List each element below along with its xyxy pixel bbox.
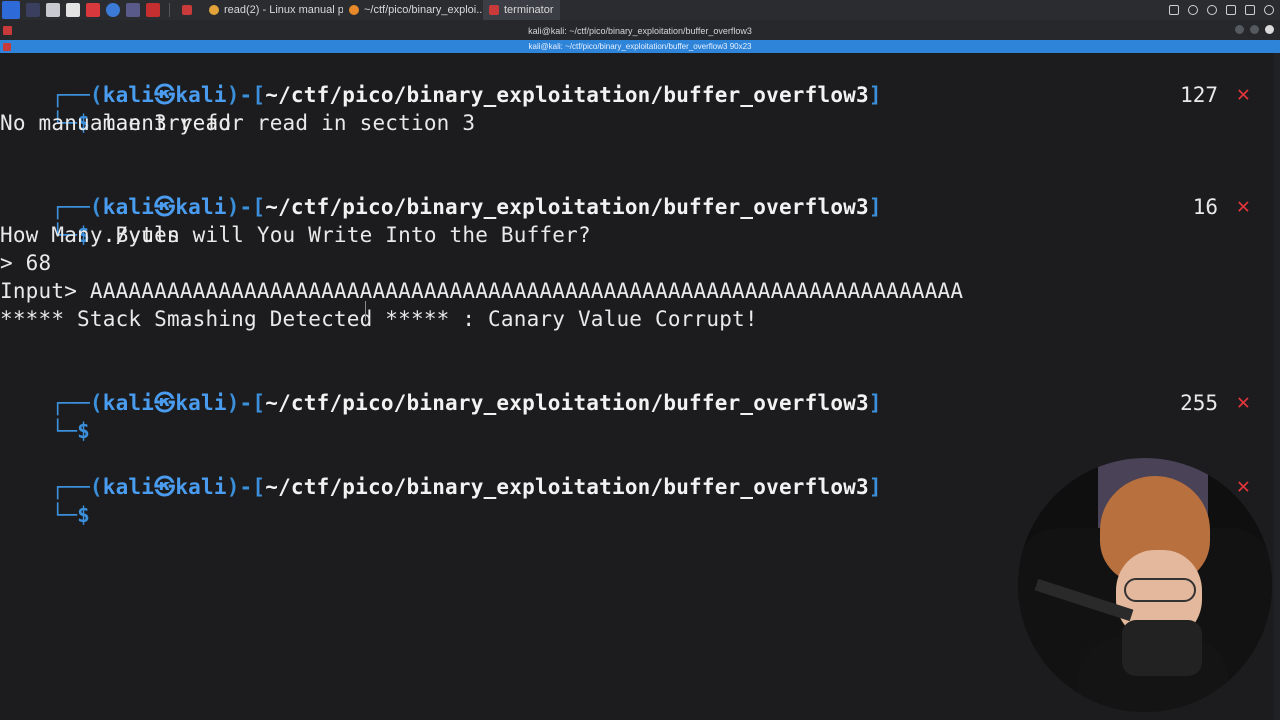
prompt-cwd: ~/ctf/pico/binary_exploitation/buffer_ov… [265,475,869,499]
prompt-corner: └─ [51,419,78,443]
prompt-userhost: kali㉿kali [102,475,227,499]
task-terminator[interactable]: terminator [483,0,560,20]
prompt-cwd: ~/ctf/pico/binary_exploitation/buffer_ov… [265,83,869,107]
prompt-frame: )-[ [226,83,266,107]
task-label: ~/ctf/pico/binary_exploi... [364,4,483,16]
battery-icon[interactable] [1226,5,1236,15]
kali-menu-icon[interactable] [2,1,20,19]
taskbar: read(2) - Linux manual p... ~/ctf/pico/b… [0,0,1280,20]
prompt-frame: ] [868,83,882,107]
editor-task-icon [349,5,359,15]
browser-task-icon [209,5,219,15]
active-command-line[interactable]: └─$ [0,473,90,527]
exit-code: 255 [1180,391,1218,415]
files-icon[interactable] [46,3,60,17]
webcam-glasses [1124,578,1196,602]
window-controls [1235,25,1274,34]
task-browser[interactable]: read(2) - Linux manual p... [203,0,343,20]
launcher-area [0,0,163,20]
command-line: └─$ ./vuln [0,193,180,247]
maximize-icon[interactable] [1250,25,1259,34]
prompt-userhost: kali㉿kali [102,391,227,415]
error-x-icon: ✕ [1236,82,1250,107]
prompt-frame: ] [868,195,882,219]
prompt-corner: └─ [51,503,78,527]
terminal-launcher-icon[interactable] [86,3,100,17]
error-x-icon: ✕ [1236,194,1250,219]
command-line: └─$ man 3 read [0,81,231,135]
window-title: kali@kali: ~/ctf/pico/binary_exploitatio… [528,26,752,36]
mouse-text-cursor [365,301,366,321]
terminator-app-icon [3,26,12,35]
text-editor-icon[interactable] [66,3,80,17]
prompt-frame: ] [868,391,882,415]
app-icon[interactable] [126,3,140,17]
prompt-line: ┌──(kali㉿kali)-[~/ctf/pico/binary_exploi… [0,361,882,415]
prompt-frame: )-[ [226,475,266,499]
system-tray [1169,0,1274,20]
app-red-icon[interactable] [146,3,160,17]
output-line: How Many Bytes will You Write Into the B… [0,223,591,247]
terminal-scrollbar[interactable] [1274,53,1280,720]
prompt-cwd: ~/ctf/pico/binary_exploitation/buffer_ov… [265,195,869,219]
output-line: ***** Stack Smashing Detected ***** : Ca… [0,307,758,331]
output-line: No manual entry for read in section 3 [0,111,476,135]
prompt-line: ┌──(kali㉿kali)-[~/ctf/pico/binary_exploi… [0,445,882,499]
power-icon[interactable] [1264,5,1274,15]
webcam-microphone [1122,620,1202,676]
command-line: └─$ [0,389,90,443]
prompt-line: ┌──(kali㉿kali)-[~/ctf/pico/binary_exploi… [0,53,882,107]
terminal-task-icon [182,5,192,15]
notification-bell-icon[interactable] [1207,5,1217,15]
browser-icon[interactable] [106,3,120,17]
exit-code: 16 [1192,195,1218,219]
terminal-tab-icon [3,43,11,51]
task-editor[interactable]: ~/ctf/pico/binary_exploi... [343,0,483,20]
prompt-cwd: ~/ctf/pico/binary_exploitation/buffer_ov… [265,391,869,415]
task-label: read(2) - Linux manual p... [224,4,343,16]
error-x-icon: ✕ [1236,474,1250,499]
prompt-line: ┌──(kali㉿kali)-[~/ctf/pico/binary_exploi… [0,165,882,219]
task-terminal-small[interactable] [176,0,203,20]
terminator-task-icon [489,5,499,15]
error-x-icon: ✕ [1236,390,1250,415]
minimize-icon[interactable] [1235,25,1244,34]
webcam-overlay [1018,458,1272,712]
close-icon[interactable] [1265,25,1274,34]
output-line: > 68 [0,251,52,275]
task-label: terminator [504,4,554,16]
prompt-dollar: $ [77,419,90,443]
prompt-frame: ] [868,475,882,499]
workspace-icon[interactable] [26,3,40,17]
exit-code: 127 [1180,83,1218,107]
prompt-dollar: $ [77,503,90,527]
display-icon[interactable] [1169,5,1179,15]
lock-icon[interactable] [1245,5,1255,15]
window-titlebar[interactable]: kali@kali: ~/ctf/pico/binary_exploitatio… [0,20,1280,40]
taskbar-separator [169,3,170,17]
volume-icon[interactable] [1188,5,1198,15]
terminal-tab-bar[interactable]: kali@kali: ~/ctf/pico/binary_exploitatio… [0,40,1280,53]
prompt-frame: )-[ [226,195,266,219]
output-line: Input> AAAAAAAAAAAAAAAAAAAAAAAAAAAAAAAAA… [0,279,964,303]
terminal-tab-title: kali@kali: ~/ctf/pico/binary_exploitatio… [528,42,752,51]
prompt-frame: )-[ [226,391,266,415]
